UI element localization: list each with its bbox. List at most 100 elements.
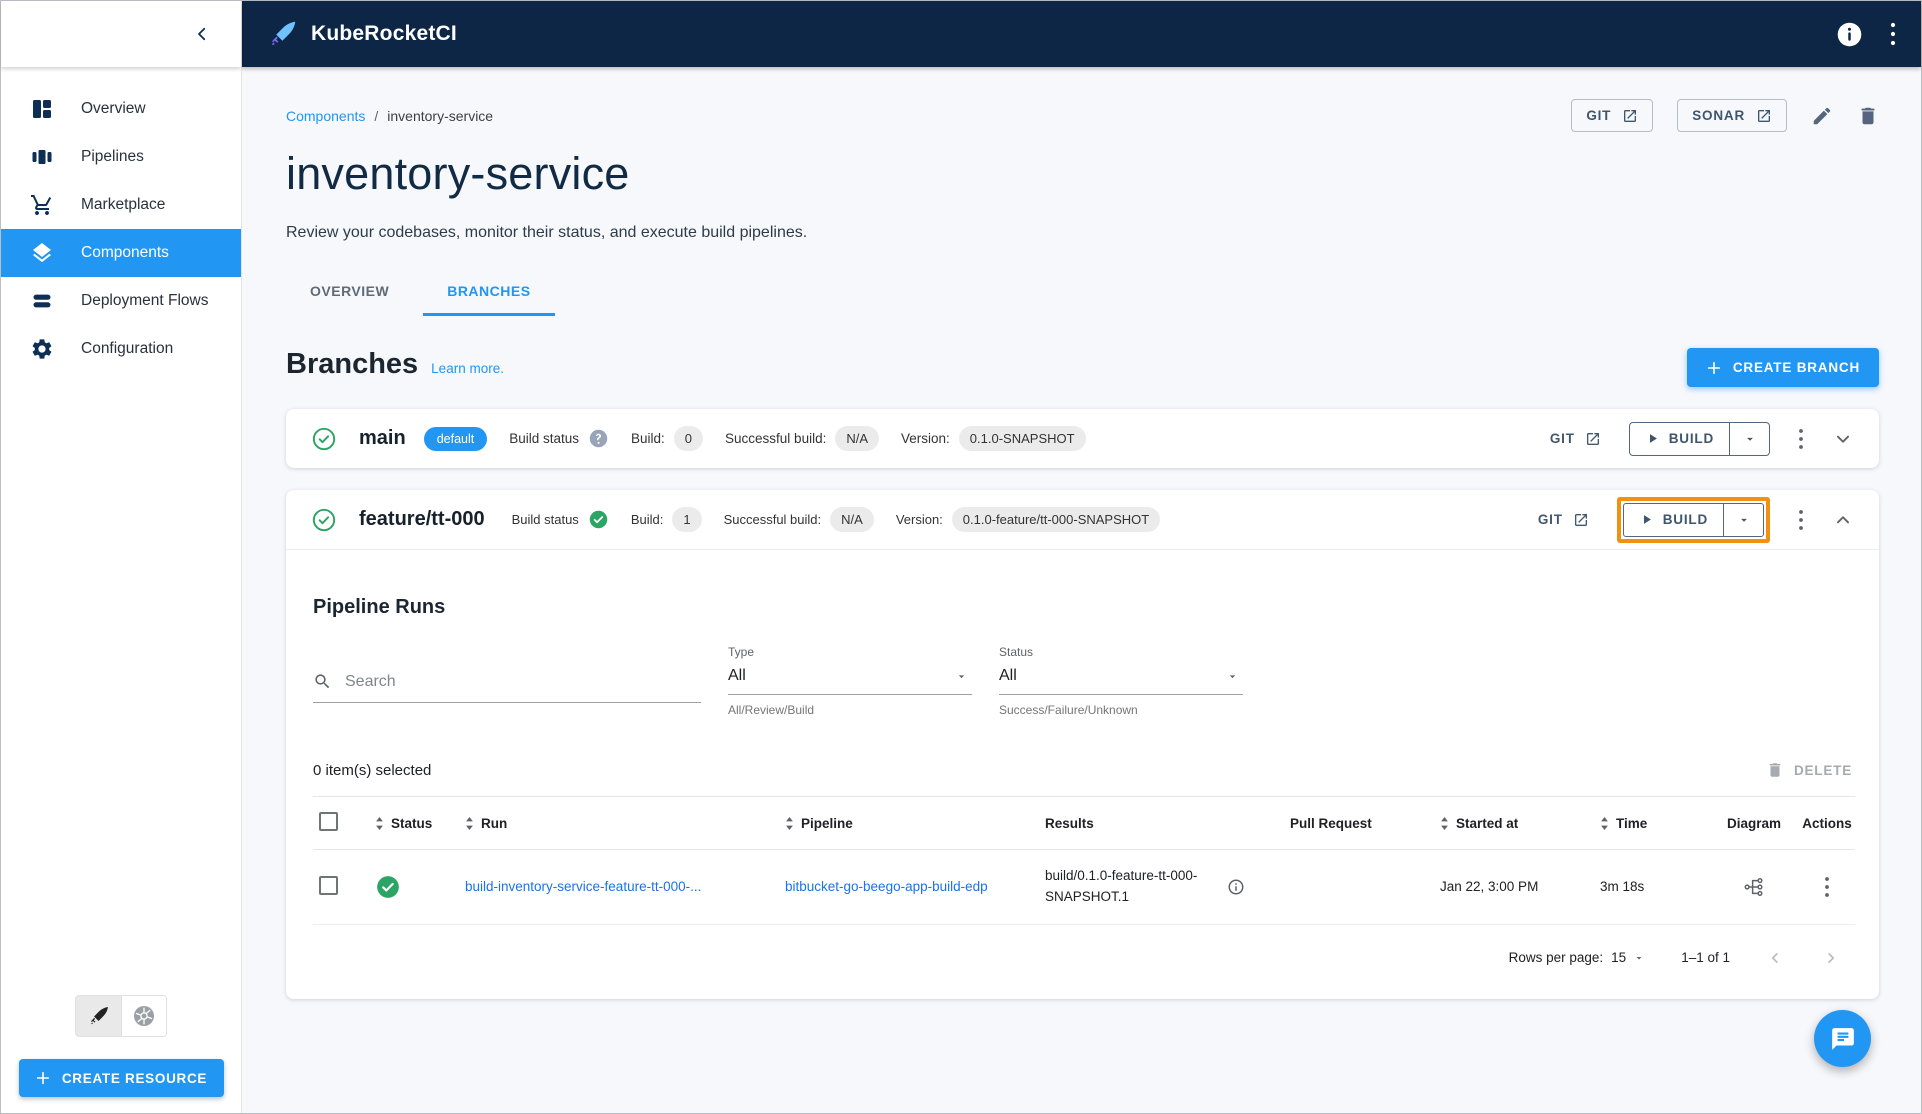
selected-count-text: 0 item(s) selected <box>313 761 432 779</box>
sidebar-item-deployment-flows[interactable]: Deployment Flows <box>1 277 241 325</box>
create-resource-button[interactable]: CREATE RESOURCE <box>18 1059 224 1097</box>
tab-overview[interactable]: OVERVIEW <box>286 268 413 316</box>
sidebar-item-overview[interactable]: Overview <box>1 85 241 133</box>
version-meta: Version: 0.1.0-SNAPSHOT <box>901 426 1086 451</box>
info-outline-icon[interactable] <box>1227 878 1245 896</box>
branch-git-link[interactable]: GIT <box>1538 512 1589 528</box>
build-button[interactable]: BUILD <box>1624 504 1723 536</box>
version-label: Version: <box>895 512 943 527</box>
more-menu-button[interactable] <box>1889 21 1897 47</box>
branch-card-main: main default Build status Build: 0 Succe… <box>286 409 1879 468</box>
build-options-button[interactable] <box>1729 422 1769 455</box>
build-options-button[interactable] <box>1723 503 1763 536</box>
build-count-meta: Build: 1 <box>631 507 702 532</box>
pipeline-link[interactable]: bitbucket-go-beego-app-build-edp <box>785 879 1033 894</box>
sonar-button-label: SONAR <box>1692 108 1745 123</box>
column-header-pipeline[interactable]: Pipeline <box>801 816 853 831</box>
branch-git-link[interactable]: GIT <box>1550 431 1601 447</box>
run-success-icon <box>375 874 453 900</box>
table-row: build-inventory-service-feature-tt-000-.… <box>313 849 1855 925</box>
git-external-button[interactable]: GIT <box>1571 99 1654 132</box>
sort-icon[interactable] <box>1440 816 1449 831</box>
sidebar-item-configuration[interactable]: Configuration <box>1 325 241 373</box>
search-input[interactable] <box>345 672 701 691</box>
type-select-value: All <box>728 667 746 684</box>
create-branch-button[interactable]: CREATE BRANCH <box>1686 348 1879 387</box>
started-at-cell: Jan 22, 3:00 PM <box>1440 879 1539 895</box>
breadcrumb-current: inventory-service <box>387 107 494 124</box>
build-button[interactable]: BUILD <box>1630 423 1729 455</box>
type-filter: Type All All/Review/Build <box>728 645 972 717</box>
sort-icon[interactable] <box>785 816 794 831</box>
diagram-button[interactable] <box>1743 876 1765 898</box>
sidebar-collapse-icon[interactable] <box>193 25 211 43</box>
delete-runs-button[interactable]: DELETE <box>1766 761 1852 779</box>
pagination-range: 1–1 of 1 <box>1681 950 1730 966</box>
build-split-button: BUILD <box>1628 421 1770 456</box>
sidebar-item-pipelines[interactable]: Pipelines <box>1 133 241 181</box>
column-header-time[interactable]: Time <box>1616 816 1647 831</box>
row-menu-button[interactable] <box>1824 876 1830 898</box>
tab-branches[interactable]: BRANCHES <box>423 268 555 316</box>
build-split-button: BUILD <box>1622 502 1764 537</box>
status-select[interactable]: All <box>999 659 1243 695</box>
sidebar-item-components[interactable]: Components <box>1 229 241 277</box>
app-title: KubeRocketCI <box>311 22 457 45</box>
expand-branch-button[interactable] <box>1832 428 1854 450</box>
info-button[interactable] <box>1836 21 1863 48</box>
select-all-checkbox[interactable] <box>319 812 338 831</box>
trash-icon <box>1857 105 1879 127</box>
play-icon <box>1645 431 1660 446</box>
sort-icon[interactable] <box>465 816 474 831</box>
plus-icon <box>35 1070 51 1086</box>
rows-per-page-select[interactable]: 15 <box>1611 950 1645 965</box>
chevron-up-icon <box>1832 509 1854 531</box>
chat-fab-button[interactable] <box>1814 1010 1871 1067</box>
build-status-label: Build status <box>509 431 580 446</box>
column-header-run[interactable]: Run <box>481 816 507 831</box>
type-select[interactable]: All <box>728 659 972 695</box>
page-head: Components / inventory-service GIT SONAR <box>286 99 1879 132</box>
branch-menu-button[interactable] <box>1798 428 1804 450</box>
run-link[interactable]: build-inventory-service-feature-tt-000-.… <box>465 879 773 894</box>
sonar-external-button[interactable]: SONAR <box>1677 99 1787 132</box>
pipelines-icon <box>30 145 54 169</box>
version-pill: 0.1.0-feature/tt-000-SNAPSHOT <box>951 507 1161 532</box>
topbar: KubeRocketCI <box>242 1 1921 67</box>
sidebar-nav: Overview Pipelines Marketplace Component… <box>1 67 241 373</box>
collapse-branch-button[interactable] <box>1832 509 1854 531</box>
sidebar-item-marketplace[interactable]: Marketplace <box>1 181 241 229</box>
play-icon <box>1639 512 1654 527</box>
row-select-checkbox[interactable] <box>319 875 338 895</box>
branches-heading: Branches <box>286 348 419 380</box>
page-title: inventory-service <box>286 148 630 199</box>
chevron-down-icon <box>955 670 968 683</box>
delete-component-button[interactable] <box>1857 105 1879 127</box>
branch-menu-button[interactable] <box>1798 509 1804 531</box>
column-header-started-at[interactable]: Started at <box>1456 816 1518 831</box>
edit-button[interactable] <box>1811 105 1833 127</box>
column-header-status[interactable]: Status <box>391 816 432 831</box>
sort-icon[interactable] <box>375 816 384 831</box>
learn-more-link[interactable]: Learn more. <box>431 361 504 376</box>
kuberocketci-view-toggle[interactable] <box>76 996 121 1036</box>
breadcrumb-components-link[interactable]: Components <box>286 108 365 124</box>
sidebar-item-label: Marketplace <box>81 196 166 213</box>
chevron-left-icon <box>1766 949 1784 967</box>
chat-icon <box>1830 1026 1856 1052</box>
rocket-logo-icon <box>268 19 298 49</box>
chevron-down-icon <box>1633 952 1645 964</box>
kubernetes-view-toggle[interactable] <box>121 996 166 1036</box>
pipeline-runs-table: Status Run Pipeline Results Pull Request <box>313 796 1855 925</box>
app-window: Overview Pipelines Marketplace Component… <box>0 0 1922 1114</box>
branch-health-check-icon <box>311 426 337 452</box>
brand: KubeRocketCI <box>268 19 457 49</box>
successful-build-pill: N/A <box>835 426 880 451</box>
build-count-meta: Build: 0 <box>631 426 704 451</box>
create-branch-label: CREATE BRANCH <box>1732 360 1860 375</box>
sidebar-footer: CREATE RESOURCE <box>1 995 241 1113</box>
next-page-button[interactable] <box>1822 949 1840 967</box>
pipeline-runs-filters: Type All All/Review/Build Status All <box>313 645 1852 717</box>
sort-icon[interactable] <box>1600 816 1609 831</box>
previous-page-button[interactable] <box>1766 949 1784 967</box>
